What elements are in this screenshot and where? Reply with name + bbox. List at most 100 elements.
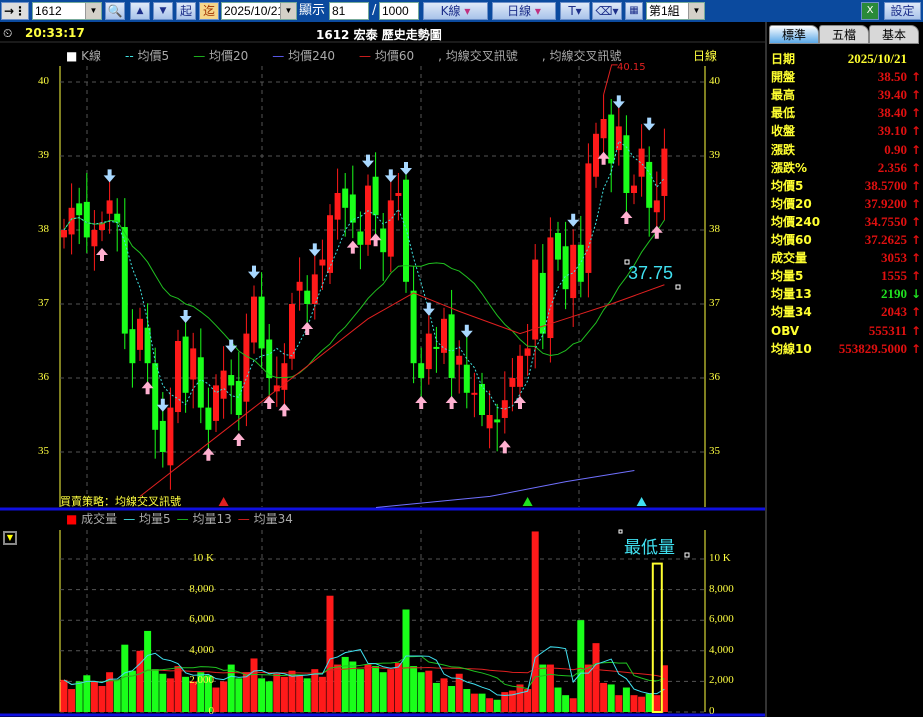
legend-swatch-icon: --: [125, 49, 134, 63]
candle-body: [441, 318, 447, 353]
candle-body: [296, 281, 303, 291]
volume-bar: [531, 531, 539, 712]
volume-bar: [584, 664, 592, 712]
collapse-volume-button[interactable]: ▼: [3, 531, 17, 545]
legend-label: 成交量: [81, 512, 118, 526]
volume-bar: [341, 656, 349, 712]
candle-body: [205, 407, 212, 430]
candle-body: [593, 133, 599, 177]
quote-value: 37.2625: [864, 232, 907, 247]
quote-label: 最低: [771, 106, 796, 121]
candle-body: [342, 188, 349, 208]
candle-body: [243, 333, 250, 402]
legend-item: ■ 成交量: [66, 510, 117, 527]
excel-export-icon[interactable]: X: [861, 2, 879, 20]
arrow-up-icon: ↑: [910, 178, 921, 193]
candle-body: [631, 185, 637, 193]
volume-bar: [554, 687, 562, 712]
quote-value: 37.9200: [864, 195, 907, 211]
arrow-down-icon: ↓: [910, 287, 921, 302]
quote-label: 均價240: [771, 214, 821, 229]
quote-value: 2190: [881, 286, 907, 302]
quote-row: 均量13 2190 ↓: [771, 285, 921, 303]
candle-body: [600, 119, 607, 139]
strategy-label: 買賣策略：均線交叉訊號: [60, 495, 181, 508]
arrow-up-icon: ↑: [910, 70, 921, 85]
legend-label: 均價60: [374, 49, 415, 63]
legend-label: 均量13: [192, 512, 232, 526]
tab-basic[interactable]: 基本: [869, 25, 919, 44]
candle-body: [615, 126, 622, 151]
volume-bar: [106, 672, 114, 712]
quote-row: 成交量 3053 ↑: [771, 249, 921, 267]
candle-body: [190, 348, 197, 380]
arrow-up-icon: ↑: [910, 214, 921, 229]
price-cursor-label: 37.75: [628, 263, 674, 283]
volume-tick-left: 10 K: [192, 552, 214, 564]
price-legend: ■ K線 -- 均價5— 均價20— 均價240— 均價60, 均線交叉訊號, 均…: [66, 47, 645, 64]
arrow-up-icon: ↑: [910, 233, 921, 247]
volume-bar: [387, 669, 395, 712]
candle-body: [661, 148, 668, 196]
volume-bar: [577, 620, 585, 712]
candle-body: [494, 419, 501, 423]
quote-label: 均量34: [771, 305, 812, 320]
volume-tick-left: 8,000: [189, 582, 214, 595]
candle-body: [471, 392, 478, 395]
candle-body: [152, 363, 159, 430]
tab-five-levels[interactable]: 五檔: [819, 25, 869, 44]
volume-bar: [569, 698, 577, 712]
legend-item: , 均線交叉訊號: [542, 47, 622, 64]
arrow-up-icon: ↑: [910, 196, 921, 211]
volume-cursor-label: 最低量: [624, 538, 675, 558]
volume-bar: [182, 676, 190, 712]
chart-canvas[interactable]: [0, 0, 765, 717]
price-tick-right: 36: [709, 371, 720, 383]
quote-label: 均價5: [771, 178, 804, 193]
tab-standard[interactable]: 標準: [769, 25, 819, 44]
candle-body: [425, 333, 432, 370]
candle-body: [395, 193, 402, 196]
candle-body: [524, 348, 531, 356]
quote-value: 555311: [868, 322, 907, 338]
legend-item: , 均線交叉訊號: [438, 47, 518, 64]
candle-body: [289, 304, 295, 359]
legend-item: -- 均價5: [125, 47, 169, 64]
candle-body: [463, 364, 470, 393]
legend-swatch-icon: ,: [438, 49, 442, 63]
quote-row: 漲跌% 2.356 ↑: [771, 159, 921, 177]
candle-body: [638, 148, 645, 177]
quote-row: 均價5 38.5700 ↑: [771, 177, 921, 195]
candle-body: [456, 355, 463, 365]
volume-bar: [265, 681, 273, 712]
price-tick-left: 38: [38, 223, 49, 235]
price-tick-right: 40: [709, 75, 720, 87]
settings-button[interactable]: 設定: [884, 2, 921, 20]
quote-panel: 標準 五檔 基本 日期 2025/10/21 開盤 38.50 ↑ 最高 39.40 ↑ 最低 3…: [765, 22, 923, 717]
volume-bar: [318, 676, 326, 712]
legend-item: — 均價20: [193, 47, 248, 64]
quote-value: 38.40: [877, 105, 907, 121]
candle-body: [517, 355, 523, 387]
legend-swatch-icon: —: [123, 512, 136, 526]
quote-row: 收盤 39.10 ↑: [771, 122, 921, 140]
volume-legend: ■ 成交量 — 均量5— 均量13— 均量34: [66, 510, 299, 527]
arrow-up-icon: ↑: [910, 323, 921, 338]
candle-body: [403, 179, 409, 282]
volume-bar: [638, 696, 646, 712]
legend-swatch-icon: ■: [66, 512, 78, 526]
candle-body: [121, 227, 128, 334]
quote-row: 漲跌 0.90 ↑: [771, 141, 921, 159]
volume-bar: [250, 658, 258, 712]
volume-bar: [242, 672, 250, 712]
volume-bar: [235, 678, 243, 712]
volume-bar: [516, 684, 524, 712]
legend-label: 均價20: [209, 49, 249, 63]
quote-label: 均線10: [771, 341, 812, 356]
arrow-up-icon: ↑: [910, 106, 921, 121]
volume-bar: [326, 595, 334, 712]
volume-bar: [463, 689, 471, 712]
candle-body: [577, 244, 584, 282]
quote-row: 開盤 38.50 ↑: [771, 68, 921, 86]
legend-swatch-icon: ,: [541, 49, 546, 63]
